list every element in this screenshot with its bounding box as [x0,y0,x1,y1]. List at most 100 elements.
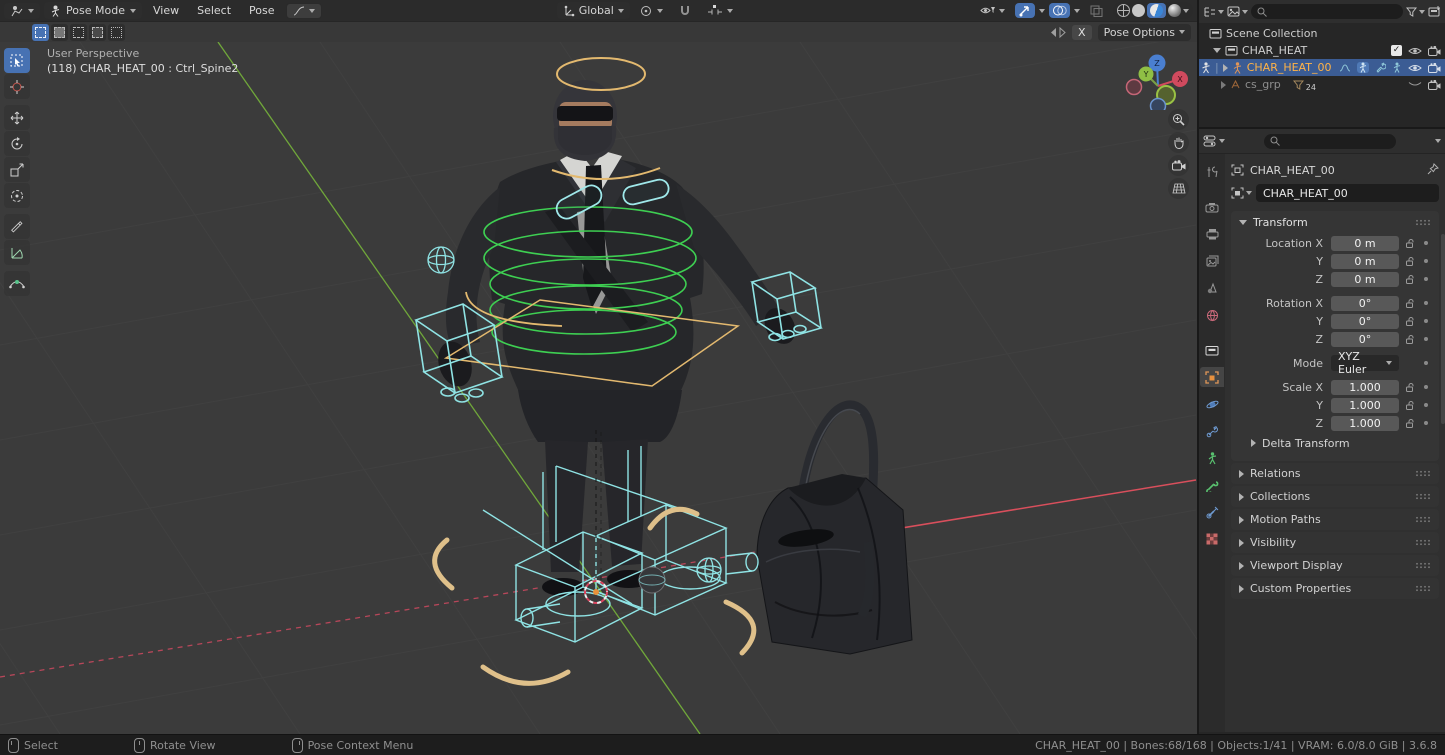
outliner-row-scene-collection[interactable]: Scene Collection [1199,25,1445,42]
animate-dot[interactable] [1419,319,1433,323]
orthographic-grid-button[interactable] [1168,178,1189,199]
chevron-down-icon[interactable] [1183,9,1189,13]
tab-object-data[interactable] [1200,448,1224,468]
navigation-gizmo[interactable]: Z Y X [1114,48,1196,110]
tool-rotate[interactable] [4,131,30,156]
show-gizmo-dropdown[interactable] [974,3,1011,18]
rotation-z-field[interactable]: 0° [1331,332,1399,347]
eye-icon[interactable] [1408,46,1422,56]
tab-scene[interactable] [1200,278,1224,298]
heel-sphere[interactable] [639,567,665,593]
outliner-editor-type-button[interactable] [1203,6,1224,18]
pan-hand-button[interactable] [1168,132,1189,153]
xray-toggle[interactable] [1084,3,1109,19]
outliner-row-char-heat[interactable]: CHAR_HEAT ✓ [1199,42,1445,59]
tab-tool[interactable] [1200,162,1224,182]
select-mode-invert[interactable] [89,24,106,41]
camera-render-icon[interactable] [1428,46,1441,56]
select-mode-extend[interactable] [51,24,68,41]
disclosure-closed-icon[interactable] [1223,64,1228,72]
tab-view-layer[interactable] [1200,251,1224,271]
menu-select[interactable]: Select [190,2,238,19]
outliner-row-cs-grp[interactable]: cs_grp 24 [1199,76,1445,93]
properties-search-input[interactable] [1264,134,1396,149]
properties-editor-type-button[interactable] [1203,135,1225,147]
scale-z-field[interactable]: 1.000 [1331,416,1399,431]
tool-transform[interactable] [4,183,30,208]
viewport-display-panel[interactable]: Viewport Display [1231,555,1439,576]
motion-paths-panel[interactable]: Motion Paths [1231,509,1439,530]
gizmo-minus-x-axis[interactable] [1127,80,1142,95]
location-z-field[interactable]: 0 m [1331,272,1399,287]
camera-view-button[interactable] [1168,155,1189,176]
new-collection-button[interactable] [1428,6,1441,17]
animate-dot[interactable] [1419,421,1433,425]
mode-selector[interactable]: Pose Mode [44,2,142,19]
scale-y-field[interactable]: 1.000 [1331,398,1399,413]
animate-dot[interactable] [1419,361,1433,365]
visibility-panel[interactable]: Visibility [1231,532,1439,553]
tab-output[interactable] [1200,224,1224,244]
panel-drag-dots[interactable] [1415,219,1431,226]
pose-state-icon[interactable] [1357,62,1369,73]
tab-bone[interactable] [1200,475,1224,495]
animate-dot[interactable] [1419,403,1433,407]
snap-magnet-toggle[interactable] [673,3,697,19]
delta-transform-panel[interactable]: Delta Transform [1237,433,1433,453]
mirror-x-toggle[interactable]: X [1072,25,1092,40]
menu-view[interactable]: View [146,2,186,19]
gizmos-toggle[interactable] [1015,3,1035,18]
tab-object[interactable] [1200,367,1224,387]
lock-open-icon[interactable] [1404,256,1415,267]
camera-render-icon[interactable] [1428,80,1441,90]
select-mode-subtract[interactable] [70,24,87,41]
tab-collection[interactable] [1200,340,1224,360]
overlays-toggle[interactable] [1049,3,1070,18]
rotation-x-field[interactable]: 0° [1331,296,1399,311]
tool-measure[interactable] [4,240,30,265]
rotation-mode-select[interactable]: XYZ Euler [1331,355,1399,371]
tab-object-constraints[interactable] [1200,421,1224,441]
zoom-button[interactable] [1168,109,1189,130]
display-mode-button[interactable] [1227,6,1248,17]
tool-cursor[interactable] [4,74,30,99]
panel-drag-dots[interactable] [1415,562,1431,569]
tab-physics[interactable] [1200,394,1224,414]
lock-open-icon[interactable] [1404,316,1415,327]
panel-drag-dots[interactable] [1415,470,1431,477]
disclosure-closed-icon[interactable] [1221,81,1226,89]
tool-select-box[interactable] [4,48,30,73]
pin-icon[interactable] [1427,163,1439,178]
rotation-y-field[interactable]: 0° [1331,314,1399,329]
animate-dot[interactable] [1419,301,1433,305]
panel-drag-dots[interactable] [1415,493,1431,500]
shading-rendered-button[interactable] [1168,4,1181,17]
scene-3d[interactable] [0,42,1197,734]
elbow-sphere-control[interactable] [428,247,454,273]
transform-orientation-dropdown[interactable]: Global [557,2,630,19]
exclude-checkbox[interactable]: ✓ [1391,45,1402,56]
chevron-down-icon[interactable] [1039,9,1045,13]
shading-solid-button[interactable] [1132,4,1145,17]
panel-drag-dots[interactable] [1415,516,1431,523]
select-mode-intersect[interactable] [108,24,125,41]
outliner-search-input[interactable] [1251,4,1403,19]
select-mode-set[interactable] [32,24,49,41]
editor-type-button[interactable] [4,3,40,19]
lock-open-icon[interactable] [1404,298,1415,309]
object-type-dropdown[interactable] [1231,187,1252,199]
animate-dot[interactable] [1419,337,1433,341]
object-name-field[interactable]: CHAR_HEAT_00 [1256,184,1439,202]
animate-dot[interactable] [1419,277,1433,281]
tool-scale[interactable] [4,157,30,182]
pose-options-dropdown[interactable]: Pose Options [1098,24,1191,41]
tab-world[interactable] [1200,305,1224,325]
pose-figure-icon[interactable] [1392,62,1402,73]
lock-open-icon[interactable] [1404,334,1415,345]
lock-open-icon[interactable] [1404,382,1415,393]
gizmo-minus-z-axis[interactable] [1151,99,1166,111]
tab-render[interactable] [1200,197,1224,217]
camera-render-icon[interactable] [1428,63,1441,73]
menu-pose[interactable]: Pose [242,2,281,19]
scale-x-field[interactable]: 1.000 [1331,380,1399,395]
